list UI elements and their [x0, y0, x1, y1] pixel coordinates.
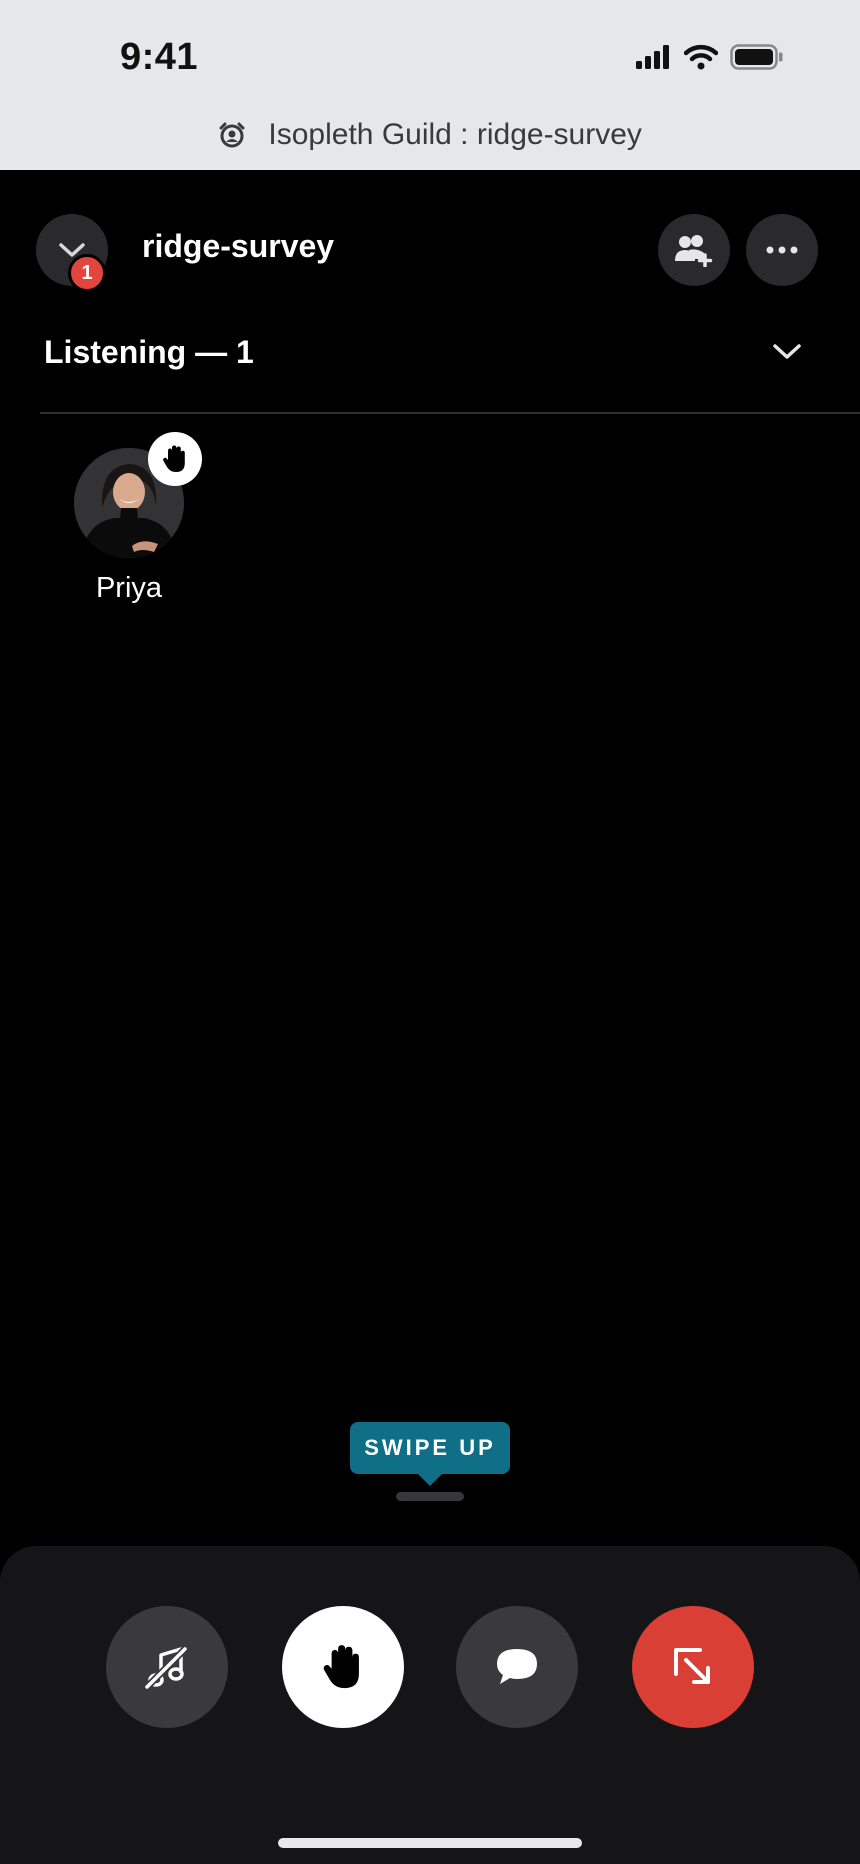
- status-icons: [636, 44, 784, 70]
- listening-section-header[interactable]: Listening — 1: [44, 334, 254, 371]
- chat-bubble-icon: [497, 1649, 537, 1684]
- invite-button[interactable]: [658, 214, 730, 286]
- soundboard-button[interactable]: [106, 1606, 228, 1728]
- browser-top-bar: 9:41 Isopleth Guild : ridge-survey: [0, 0, 860, 170]
- status-time: 9:41: [120, 36, 199, 78]
- leave-button[interactable]: [632, 1606, 754, 1728]
- add-people-icon: [675, 235, 713, 267]
- wifi-icon: [684, 44, 718, 70]
- alarm-clock-icon: [219, 122, 245, 148]
- music-note-icon: [143, 1645, 189, 1691]
- url-bar[interactable]: Isopleth Guild : ridge-survey: [0, 118, 860, 152]
- url-text: Isopleth Guild : ridge-survey: [268, 118, 642, 151]
- signal-icon: [636, 45, 669, 69]
- channel-title: ridge-survey: [142, 228, 335, 264]
- home-indicator[interactable]: [278, 1838, 582, 1848]
- raised-hand-icon: [163, 445, 185, 472]
- more-horizontal-icon: [766, 246, 798, 254]
- more-button[interactable]: [746, 214, 818, 286]
- chat-button[interactable]: [456, 1606, 578, 1728]
- swipe-up-tooltip: SWIPE UP: [350, 1422, 510, 1486]
- hand-icon: [323, 1645, 359, 1689]
- participant-name: Priya: [95, 572, 163, 604]
- section-chevron-down-icon[interactable]: [770, 340, 804, 364]
- raise-hand-button[interactable]: [282, 1606, 404, 1728]
- leave-arrow-icon: [674, 1648, 710, 1684]
- sheet-grabber[interactable]: [396, 1492, 464, 1501]
- raised-hand-badge: [148, 432, 202, 486]
- section-divider: [40, 412, 860, 414]
- notification-badge: 1: [68, 254, 106, 292]
- battery-icon: [730, 44, 783, 70]
